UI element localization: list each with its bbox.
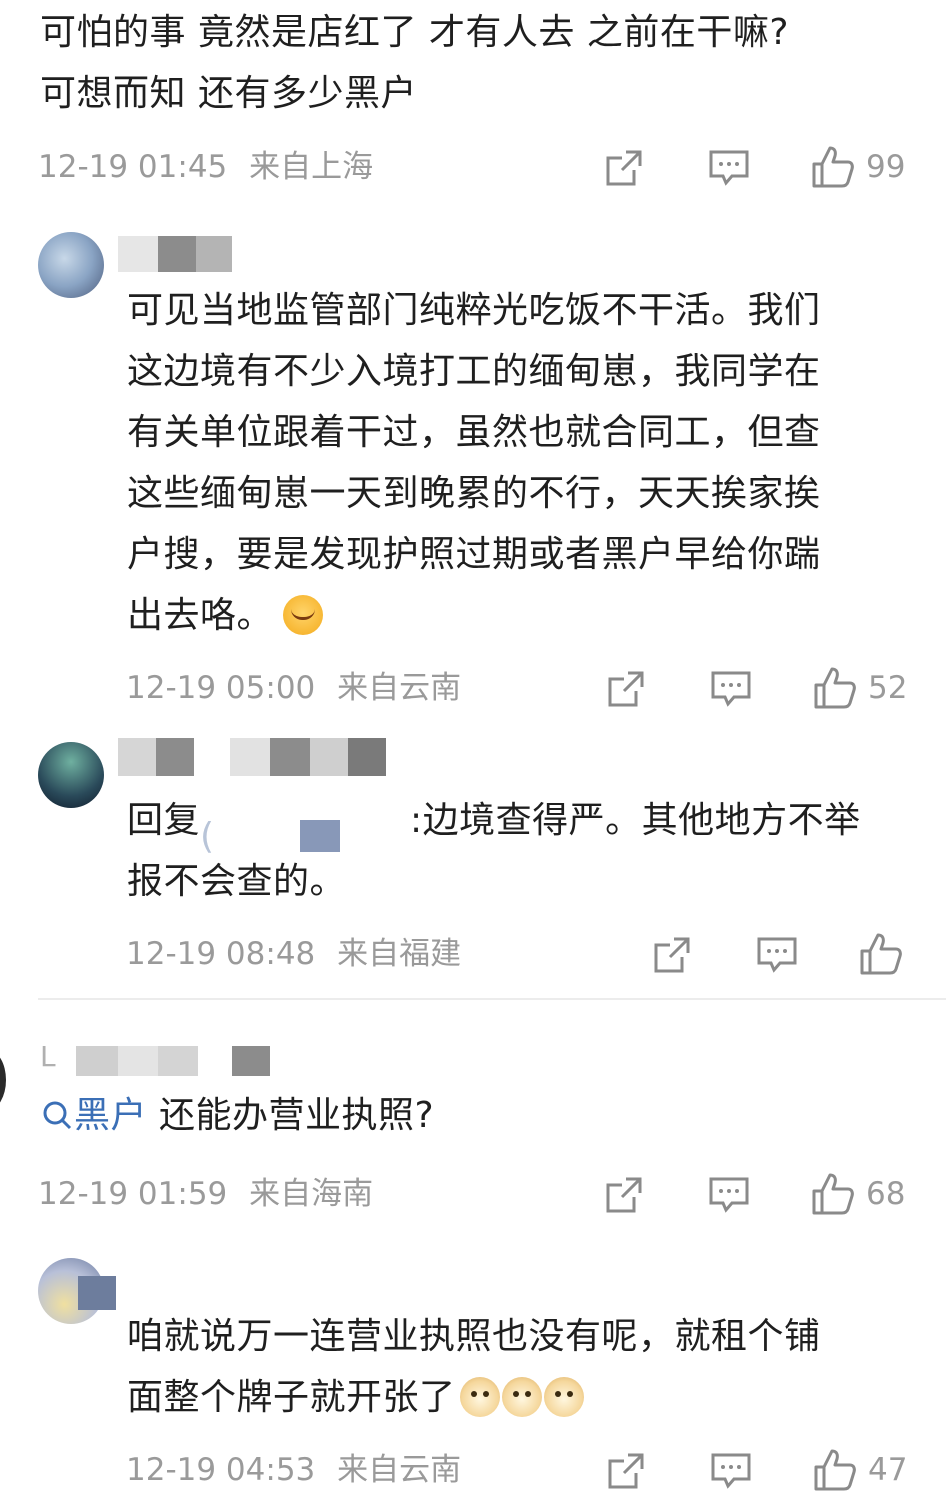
like-button[interactable] <box>858 931 904 977</box>
username-redacted <box>156 738 194 776</box>
share-button[interactable] <box>604 1175 644 1215</box>
share-icon <box>608 1453 644 1489</box>
like-count: 68 <box>866 1176 906 1212</box>
like-count: 52 <box>868 670 908 706</box>
comment-text: 咱就说万一连营业执照也没有呢，就租个铺 面整个牌子就开张了 <box>127 1306 821 1428</box>
comment-location: 来自海南 <box>249 1176 374 1212</box>
like-button[interactable]: 47 <box>812 1447 907 1493</box>
comment-text: 可见当地监管部门纯粹光吃饭不干活。我们 这边境有不少入境打工的缅甸崽，我同学在 … <box>127 280 821 646</box>
comment-icon <box>709 1177 749 1213</box>
username-redacted <box>230 738 270 776</box>
comment-line: 可见当地监管部门纯粹光吃饭不干活。我们 <box>127 290 821 331</box>
thumbs-up-icon <box>812 146 854 188</box>
comment-icon <box>757 937 797 973</box>
thumbs-up-icon <box>812 1173 854 1215</box>
comment-meta: 12-19 04:53 来自云南 <box>126 1450 461 1490</box>
comment-line: 有关单位跟着干过，虽然也就合同工，但查 <box>127 412 821 453</box>
comment-line-text: 出去咯。 <box>127 595 274 636</box>
like-button[interactable]: 99 <box>810 144 905 190</box>
like-button[interactable]: 68 <box>810 1171 905 1217</box>
username-redacted <box>348 738 386 776</box>
search-icon <box>43 1101 72 1130</box>
comment-line: 这些缅甸崽一天到晚累的不行，天天挨家挨 <box>127 473 821 514</box>
like-button[interactable]: 52 <box>812 665 907 711</box>
comment-button[interactable] <box>708 1175 750 1215</box>
comment-line: 出去咯。 <box>127 585 821 646</box>
comment-button[interactable] <box>708 148 750 188</box>
share-button[interactable] <box>652 935 692 975</box>
comment-meta: 12-19 01:45 来自上海 <box>38 147 373 187</box>
comment-icon <box>709 150 749 186</box>
reply-prefix: 回复 <box>127 800 201 841</box>
comment-line: 可怕的事 竟然是店红了 才有人去 之前在干嘛? <box>40 12 789 53</box>
comment-text: 黑户 还能办营业执照? <box>40 1085 434 1146</box>
comment-line: 咱就说万一连营业执照也没有呢，就租个铺 <box>127 1316 821 1357</box>
share-icon <box>654 937 690 973</box>
search-keyword: 黑户 <box>74 1095 148 1136</box>
username-redacted <box>196 236 232 272</box>
comment-line: 面整个牌子就开张了 <box>127 1367 821 1428</box>
avatar[interactable] <box>38 232 104 298</box>
comment-location: 来自福建 <box>337 936 462 972</box>
username-redacted <box>78 1276 116 1310</box>
avatar[interactable] <box>0 1050 6 1110</box>
reply-text: :边境查得严。其他地方不举 <box>410 800 861 841</box>
username-redacted <box>310 738 348 776</box>
search-keyword-link[interactable]: 黑户 <box>40 1095 147 1136</box>
comment-time: 12-19 05:00 <box>126 670 316 706</box>
mention-redacted[interactable]: ( <box>200 800 410 857</box>
comment-line-text: 面整个牌子就开张了 <box>127 1377 456 1418</box>
comment-button[interactable] <box>756 935 798 975</box>
username-redacted <box>232 1046 270 1076</box>
comment-line: 可想而知 还有多少黑户 <box>40 73 417 114</box>
avatar[interactable] <box>38 742 104 808</box>
share-button[interactable] <box>604 148 644 188</box>
divider <box>38 998 946 1000</box>
username-redacted <box>118 1046 158 1076</box>
thumbs-up-icon <box>860 933 902 975</box>
share-button[interactable] <box>606 1451 646 1491</box>
username-redacted <box>118 738 156 776</box>
share-button[interactable] <box>606 669 646 709</box>
comment-time: 12-19 04:53 <box>126 1452 316 1488</box>
share-icon <box>606 150 642 186</box>
thumbs-up-icon <box>814 1449 856 1491</box>
comment-location: 来自云南 <box>337 1452 462 1488</box>
comment-meta: 12-19 01:59 来自海南 <box>38 1174 373 1214</box>
doge-emoji-icon <box>459 1377 500 1417</box>
username-redacted <box>158 1046 198 1076</box>
share-icon <box>608 671 644 707</box>
comment-line: 户搜，要是发现护照过期或者黑户早给你踹 <box>127 534 821 575</box>
share-icon <box>606 1177 642 1213</box>
comment-line: 报不会查的。 <box>127 861 347 902</box>
username-redacted <box>158 236 196 272</box>
comment-line: 回复(:边境查得严。其他地方不举 <box>127 790 861 857</box>
like-count: 47 <box>868 1452 908 1488</box>
comment-text: 回复(:边境查得严。其他地方不举 报不会查的。 <box>127 790 861 912</box>
comment-meta: 12-19 08:48 来自福建 <box>126 934 461 974</box>
doge-emoji-icon <box>543 1377 584 1417</box>
username[interactable]: L <box>40 1040 56 1073</box>
comment-time: 12-19 08:48 <box>126 936 316 972</box>
thumbs-up-icon <box>814 667 856 709</box>
comment-location: 来自云南 <box>337 670 462 706</box>
comment-time: 12-19 01:45 <box>38 149 228 185</box>
comment-location: 来自上海 <box>249 149 374 185</box>
comment-button[interactable] <box>710 1451 752 1491</box>
comment-icon <box>711 671 751 707</box>
comment-body: 还能办营业执照? <box>147 1095 435 1136</box>
comment-meta: 12-19 05:00 来自云南 <box>126 668 461 708</box>
doge-emoji-icon <box>501 1377 542 1417</box>
like-count: 99 <box>866 149 906 185</box>
username-redacted <box>270 738 310 776</box>
username-redacted <box>76 1046 118 1076</box>
comment-icon <box>711 1453 751 1489</box>
comment-text: 可怕的事 竟然是店红了 才有人去 之前在干嘛? 可想而知 还有多少黑户 <box>40 2 789 124</box>
comment-button[interactable] <box>710 669 752 709</box>
blush-emoji-icon <box>283 595 324 635</box>
comment-line: 这边境有不少入境打工的缅甸崽，我同学在 <box>127 351 821 392</box>
comment-time: 12-19 01:59 <box>38 1176 228 1212</box>
username-redacted <box>118 236 158 272</box>
